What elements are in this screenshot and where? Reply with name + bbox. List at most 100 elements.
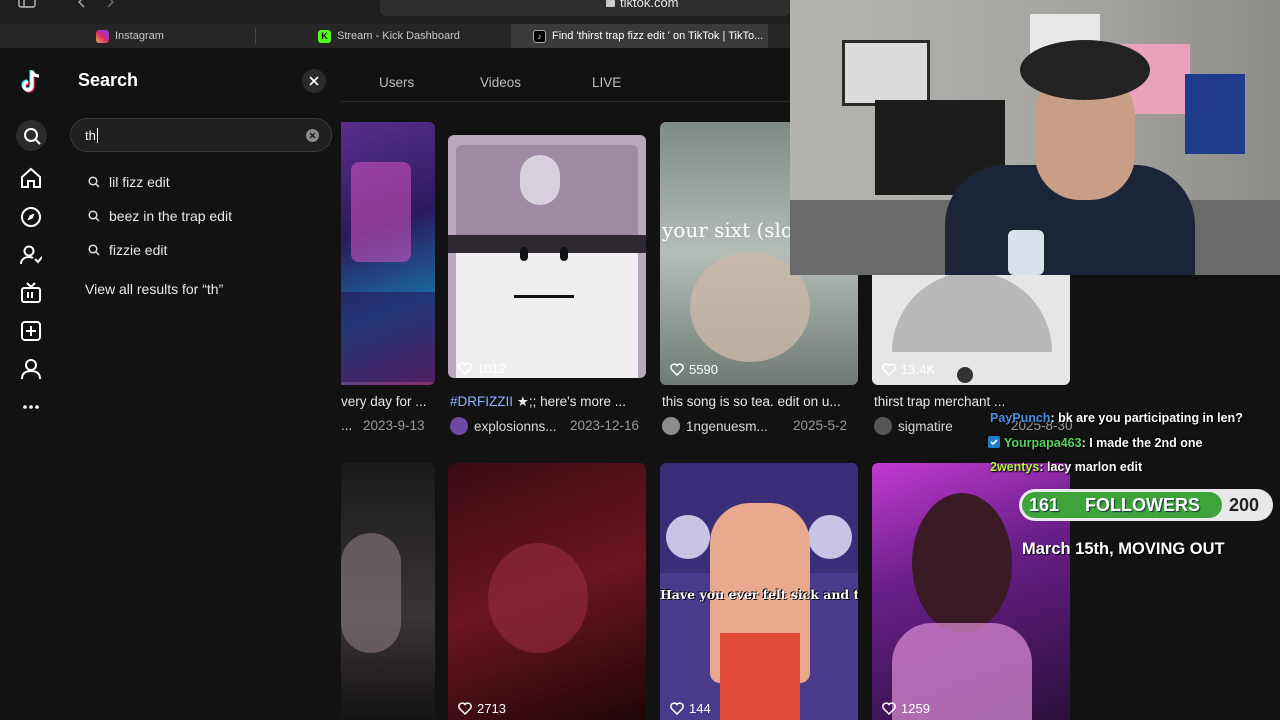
more-icon[interactable]	[18, 394, 44, 420]
video-caption[interactable]: very day for ...	[341, 394, 427, 409]
text-caret	[97, 128, 98, 143]
search-icon[interactable]	[16, 120, 47, 151]
chat-text: : lacy marlon edit	[1039, 460, 1143, 474]
chat-username: Yourpapa463	[1004, 436, 1082, 450]
video-overlay-text: Have you ever felt sick and tired	[660, 587, 858, 602]
suggestion-label: beez in the trap edit	[109, 208, 232, 224]
chat-message: PayPunch: bk are you participating in le…	[990, 411, 1243, 425]
search-input[interactable]: th	[70, 118, 332, 152]
video-thumbnail[interactable]: 2713	[448, 463, 646, 720]
heart-icon	[458, 702, 472, 715]
stream-announcement: March 15th, MOVING OUT	[1022, 540, 1225, 558]
search-input-value: th	[85, 128, 96, 143]
close-search-button[interactable]	[302, 69, 326, 93]
search-icon	[88, 210, 100, 222]
search-icon	[88, 244, 100, 256]
video-thumbnail[interactable]: 1012	[448, 135, 646, 378]
address-text: tiktok.com	[620, 0, 679, 10]
video-author[interactable]: 1ngenuesm...	[662, 417, 768, 435]
likes-label: 5590	[689, 362, 718, 377]
back-icon[interactable]	[76, 0, 86, 8]
hashtag[interactable]: #DRFIZZII	[450, 394, 513, 409]
author-name: 1ngenuesm...	[686, 418, 768, 434]
video-date: 2025-5-2	[793, 418, 848, 433]
video-thumbnail[interactable]	[341, 463, 435, 720]
tabs-divider	[341, 101, 790, 102]
heart-icon	[670, 363, 684, 376]
search-icon	[88, 176, 100, 188]
heart-icon	[882, 363, 896, 376]
likes-label: 1012	[477, 361, 506, 376]
tab-label: Stream - Kick Dashboard	[337, 30, 460, 42]
explore-icon[interactable]	[18, 204, 44, 230]
live-icon[interactable]	[18, 280, 44, 306]
goal-target: 200	[1229, 495, 1260, 515]
sidebar-toggle-icon[interactable]	[18, 0, 36, 8]
tab-kick[interactable]: K Stream - Kick Dashboard	[318, 24, 460, 48]
home-icon[interactable]	[18, 165, 44, 191]
likes-count: 1259	[882, 701, 930, 716]
chat-text: : I made the 2nd one	[1081, 436, 1203, 450]
tab-tiktok[interactable]: ♪ Find 'thirst trap fizz edit ' on TikTo…	[511, 24, 768, 48]
author-name: sigmatire	[898, 418, 953, 434]
likes-count: 2713	[458, 701, 506, 716]
video-caption[interactable]: #DRFIZZII ★;; here's more ...	[450, 394, 626, 410]
heart-icon	[882, 702, 896, 715]
kick-icon: K	[318, 29, 331, 43]
likes-count: 13.4K	[882, 362, 935, 377]
tab-label: Instagram	[115, 30, 164, 42]
webcam-overlay	[790, 0, 1280, 275]
address-bar[interactable]	[380, 0, 790, 16]
followers-goal-bar: 161 FOLLOWERS 200	[1019, 489, 1273, 521]
badge-icon	[988, 436, 1000, 448]
video-author[interactable]: explosionns...	[450, 417, 557, 435]
search-suggestion[interactable]: beez in the trap edit	[88, 206, 232, 226]
likes-label: 2713	[477, 701, 506, 716]
goal-label: FOLLOWERS	[1085, 495, 1200, 515]
caption-text: ★;; here's more ...	[513, 394, 626, 409]
suggestion-label: lil fizz edit	[109, 174, 170, 190]
tab-label: Find 'thirst trap fizz edit ' on TikTok …	[552, 30, 764, 42]
search-panel-title: Search	[78, 70, 139, 90]
likes-label: 1259	[901, 701, 930, 716]
author-name: explosionns...	[474, 418, 557, 434]
likes-label: 13.4K	[901, 362, 935, 377]
suggestion-label: fizzie edit	[109, 242, 168, 258]
video-author[interactable]: sigmatire	[874, 417, 953, 435]
likes-count: 144	[670, 701, 711, 716]
tiktok-tab-icon: ♪	[533, 29, 546, 43]
sidebar	[0, 49, 64, 720]
lock-icon	[606, 0, 615, 7]
video-caption[interactable]: thirst trap merchant ...	[874, 394, 1005, 409]
tiktok-logo[interactable]	[18, 69, 44, 95]
chat-text: : bk are you participating in len?	[1050, 411, 1243, 425]
video-author[interactable]: ...	[341, 418, 352, 433]
profile-icon[interactable]	[18, 356, 44, 382]
likes-count: 5590	[670, 362, 718, 377]
chat-message: 2wentys: lacy marlon edit	[990, 460, 1142, 474]
video-thumbnail[interactable]	[341, 122, 435, 385]
avatar	[662, 417, 680, 435]
heart-icon	[670, 702, 684, 715]
chat-username: 2wentys	[990, 460, 1040, 474]
tab-instagram[interactable]: Instagram	[96, 24, 164, 48]
chat-username: PayPunch	[990, 411, 1051, 425]
heart-icon	[458, 362, 472, 375]
following-icon[interactable]	[18, 242, 44, 268]
tab-videos[interactable]: Videos	[480, 75, 521, 90]
forward-icon[interactable]	[106, 0, 116, 8]
clear-search-button[interactable]	[306, 129, 319, 142]
video-thumbnail[interactable]: Have you ever felt sick and tired 144	[660, 463, 858, 720]
video-caption[interactable]: this song is so tea. edit on u...	[662, 394, 841, 409]
video-date: 2023-9-13	[363, 418, 425, 433]
view-all-results-link[interactable]: View all results for “th”	[85, 281, 223, 297]
likes-label: 144	[689, 701, 711, 716]
upload-icon[interactable]	[18, 318, 44, 344]
chat-message: Yourpapa463: I made the 2nd one	[988, 436, 1202, 450]
tab-users[interactable]: Users	[379, 75, 414, 90]
likes-count: 1012	[458, 361, 506, 376]
tab-live[interactable]: LIVE	[592, 75, 621, 90]
search-suggestion[interactable]: fizzie edit	[88, 240, 167, 260]
instagram-icon	[96, 29, 109, 43]
search-suggestion[interactable]: lil fizz edit	[88, 172, 170, 192]
